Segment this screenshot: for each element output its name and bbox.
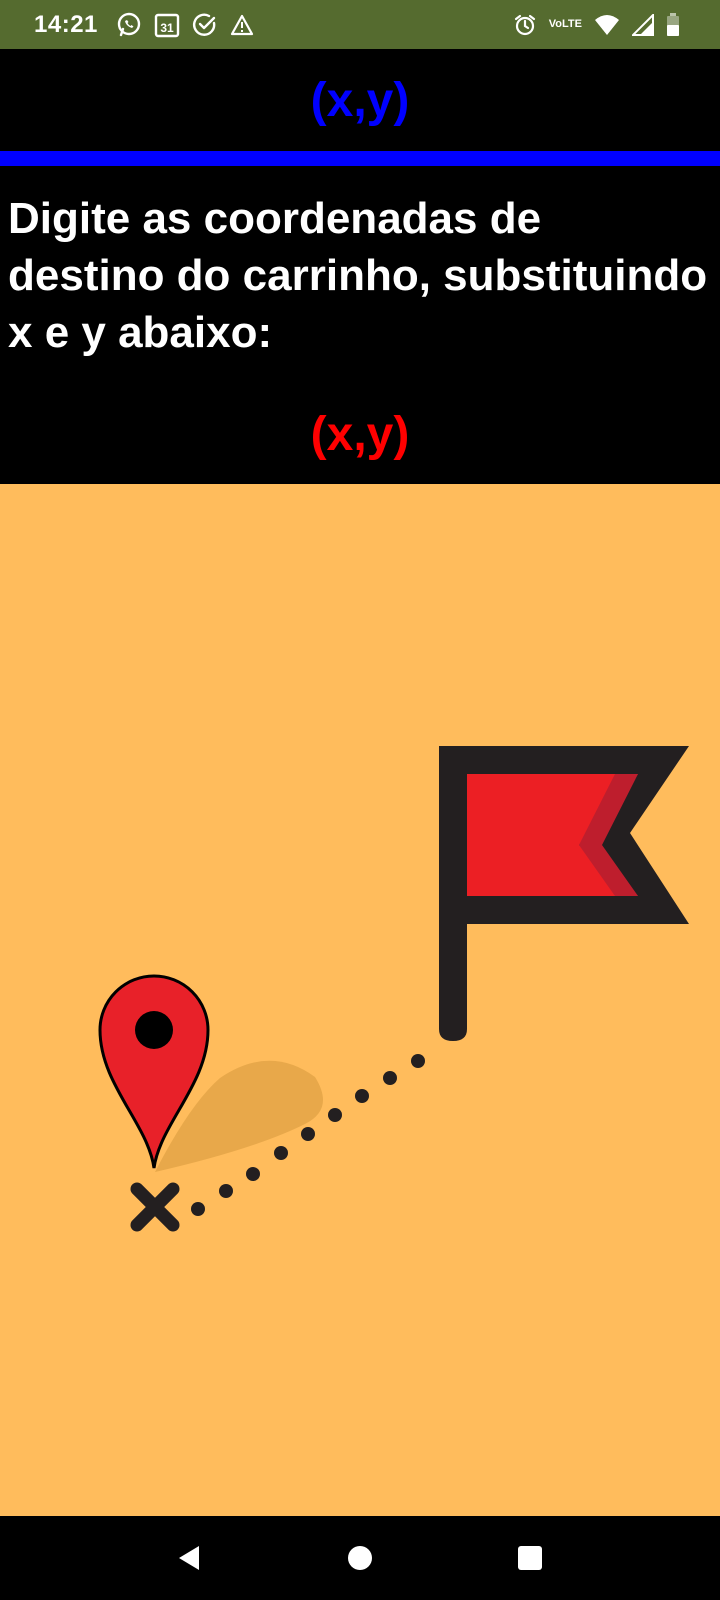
home-button[interactable] [275, 1516, 445, 1600]
coordinate-input[interactable]: (x,y) [0, 400, 720, 470]
whatsapp-icon [116, 12, 142, 38]
recents-icon [518, 1546, 542, 1570]
status-right: Vo LTE [507, 12, 686, 37]
recents-button[interactable] [445, 1516, 615, 1600]
status-left: 14:21 31 [34, 11, 266, 39]
x-mark-icon [130, 1182, 180, 1232]
battery-icon [666, 12, 680, 37]
alarm-icon [513, 13, 537, 37]
home-icon [348, 1546, 372, 1570]
status-bar: 14:21 31 Vo LTE [0, 0, 720, 49]
map-illustration [0, 484, 720, 1516]
header-divider [0, 151, 720, 166]
check-circle-icon [192, 12, 218, 38]
volte-bottom: LTE [562, 18, 582, 30]
volte-top: Vo [548, 18, 563, 30]
app-header: (x,y) [0, 49, 720, 151]
calendar-icon: 31 [154, 12, 180, 38]
navigation-bar [0, 1516, 720, 1600]
wifi-icon [594, 14, 620, 36]
status-time: 14:21 [34, 10, 98, 38]
back-button[interactable] [105, 1516, 275, 1600]
calendar-day: 31 [160, 21, 174, 35]
signal-icon [632, 13, 654, 36]
instructions-text: Digite as coordenadas de destino do carr… [8, 194, 708, 357]
back-icon [179, 1546, 199, 1570]
header-title: (x,y) [310, 73, 410, 127]
warning-icon [230, 13, 254, 37]
destination-flag-icon [439, 746, 689, 1041]
volte-icon: Vo LTE [549, 19, 582, 30]
